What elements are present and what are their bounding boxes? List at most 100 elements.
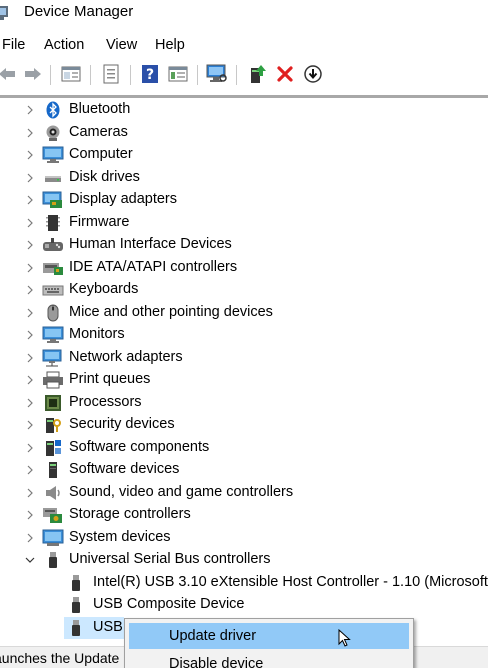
usb-icon bbox=[49, 552, 57, 568]
bluetooth-icon bbox=[46, 101, 60, 119]
usb-device-icon bbox=[72, 619, 80, 636]
mouse-cursor-icon bbox=[338, 629, 351, 647]
chevron-right-icon[interactable] bbox=[24, 126, 36, 140]
chevron-right-icon[interactable] bbox=[24, 103, 36, 117]
forward-icon[interactable] bbox=[22, 63, 44, 85]
disk-drive-icon bbox=[45, 175, 61, 182]
tree-item-firmware[interactable]: Firmware bbox=[0, 212, 488, 234]
tree-item-software-components[interactable]: Software components bbox=[0, 437, 488, 459]
chevron-right-icon[interactable] bbox=[24, 418, 36, 432]
tree-item-label: USB Composite Device bbox=[93, 596, 245, 612]
chevron-right-icon[interactable] bbox=[24, 396, 36, 410]
scan-hardware-icon[interactable] bbox=[206, 63, 228, 85]
menu-file[interactable]: File bbox=[2, 36, 25, 54]
tree-item-label: Sound, video and game controllers bbox=[69, 483, 294, 500]
chevron-right-icon[interactable] bbox=[24, 508, 36, 522]
tree-item-label: Intel(R) USB 3.10 eXtensible Host Contro… bbox=[93, 573, 488, 590]
tree-item-computer[interactable]: Computer bbox=[0, 144, 488, 166]
update-driver-icon[interactable] bbox=[246, 63, 268, 85]
tree-item-label: Processors bbox=[69, 393, 142, 410]
tree-item-label: Print queues bbox=[69, 371, 151, 387]
tree-item-label: Firmware bbox=[69, 213, 130, 230]
tree-item-label: Disk drives bbox=[69, 168, 140, 185]
software-component-icon bbox=[46, 439, 61, 456]
back-icon[interactable] bbox=[0, 63, 18, 85]
window-title: Device Manager bbox=[24, 3, 134, 20]
chevron-right-icon[interactable] bbox=[24, 328, 36, 342]
tree-item-label: Software devices bbox=[69, 461, 180, 477]
chevron-right-icon[interactable] bbox=[24, 306, 36, 320]
tree-item-label: Software components bbox=[69, 438, 210, 455]
tree-item-bluetooth[interactable]: Bluetooth bbox=[0, 99, 488, 121]
tree-item-label: Network adapters bbox=[69, 348, 183, 365]
tree-item-network-adapters[interactable]: Network adapters bbox=[0, 347, 488, 369]
tree-item-usb-host-controller[interactable]: Intel(R) USB 3.10 eXtensible Host Contro… bbox=[0, 572, 488, 594]
tree-item-print-queues[interactable]: Print queues bbox=[0, 369, 488, 391]
disable-icon[interactable] bbox=[302, 63, 324, 85]
toolbar-separator bbox=[197, 65, 198, 85]
usb-device-icon bbox=[72, 574, 80, 591]
chevron-right-icon[interactable] bbox=[24, 216, 36, 230]
chevron-right-icon[interactable] bbox=[24, 148, 36, 162]
tree-item-ide-ata-atapi-controllers[interactable]: IDE ATA/ATAPI controllers bbox=[0, 257, 488, 279]
tree-item-monitors[interactable]: Monitors bbox=[0, 324, 488, 346]
help-icon[interactable]: ? bbox=[139, 63, 161, 85]
tree-item-label: Computer bbox=[69, 146, 133, 162]
menu-view[interactable]: View bbox=[106, 36, 137, 54]
tree-item-security-devices[interactable]: Security devices bbox=[0, 414, 488, 436]
tree-item-sound-video-game-controllers[interactable]: Sound, video and game controllers bbox=[0, 482, 488, 504]
chevron-right-icon[interactable] bbox=[24, 261, 36, 275]
tree-item-mice[interactable]: Mice and other pointing devices bbox=[0, 302, 488, 324]
device-manager-app-icon bbox=[0, 6, 8, 20]
chevron-right-icon[interactable] bbox=[24, 463, 36, 477]
tree-item-usb-composite-device[interactable]: USB Composite Device bbox=[0, 594, 488, 616]
keyboard-icon bbox=[42, 285, 64, 296]
properties-console-icon[interactable] bbox=[60, 63, 82, 85]
software-device-icon bbox=[49, 462, 57, 478]
sound-icon bbox=[46, 485, 60, 500]
menu-help[interactable]: Help bbox=[155, 36, 185, 54]
tree-item-human-interface-devices[interactable]: Human Interface Devices bbox=[0, 234, 488, 256]
printer-icon bbox=[43, 371, 63, 389]
storage-controller-icon bbox=[43, 508, 62, 523]
menu-item-disable-device[interactable]: Disable device bbox=[129, 651, 409, 668]
menu-bar: File Action View Help bbox=[0, 36, 488, 58]
svg-text:?: ? bbox=[146, 67, 154, 83]
tree-item-system-devices[interactable]: System devices bbox=[0, 527, 488, 549]
chevron-right-icon[interactable] bbox=[24, 283, 36, 297]
uninstall-icon[interactable] bbox=[274, 63, 296, 85]
toolbar-separator bbox=[90, 65, 91, 85]
tree-item-disk-drives[interactable]: Disk drives bbox=[0, 167, 488, 189]
chevron-right-icon[interactable] bbox=[24, 351, 36, 365]
properties-icon[interactable] bbox=[100, 63, 122, 85]
tree-item-cameras[interactable]: Cameras bbox=[0, 122, 488, 144]
chevron-right-icon[interactable] bbox=[24, 441, 36, 455]
network-adapter-icon bbox=[42, 349, 62, 366]
camera-icon bbox=[46, 125, 60, 141]
toolbar-separator bbox=[236, 65, 237, 85]
chevron-right-icon[interactable] bbox=[24, 531, 36, 545]
menu-action[interactable]: Action bbox=[44, 36, 84, 54]
tree-item-storage-controllers[interactable]: Storage controllers bbox=[0, 504, 488, 526]
security-device-icon bbox=[46, 418, 61, 433]
chevron-right-icon[interactable] bbox=[24, 193, 36, 207]
usb-device-icon bbox=[72, 597, 80, 613]
chevron-right-icon[interactable] bbox=[24, 171, 36, 185]
tree-item-processors[interactable]: Processors bbox=[0, 392, 488, 414]
computer-icon bbox=[42, 146, 64, 163]
tree-item-label: Mice and other pointing devices bbox=[69, 303, 273, 320]
chevron-right-icon[interactable] bbox=[24, 486, 36, 500]
chevron-right-icon[interactable] bbox=[24, 373, 36, 387]
toolbar: ? bbox=[0, 60, 488, 90]
tree-item-label: Monitors bbox=[69, 326, 125, 342]
tree-item-software-devices[interactable]: Software devices bbox=[0, 459, 488, 481]
tree-item-display-adapters[interactable]: Display adapters bbox=[0, 189, 488, 211]
view-icon[interactable] bbox=[167, 63, 189, 85]
tree-item-keyboards[interactable]: Keyboards bbox=[0, 279, 488, 301]
tree-item-label: IDE ATA/ATAPI controllers bbox=[69, 258, 238, 275]
menu-item-label: Disable device bbox=[169, 656, 264, 668]
chevron-down-icon[interactable] bbox=[24, 553, 36, 567]
tree-item-usb-controllers[interactable]: Universal Serial Bus controllers bbox=[0, 549, 488, 571]
menu-item-update-driver[interactable]: Update driver bbox=[129, 623, 409, 649]
chevron-right-icon[interactable] bbox=[24, 238, 36, 252]
